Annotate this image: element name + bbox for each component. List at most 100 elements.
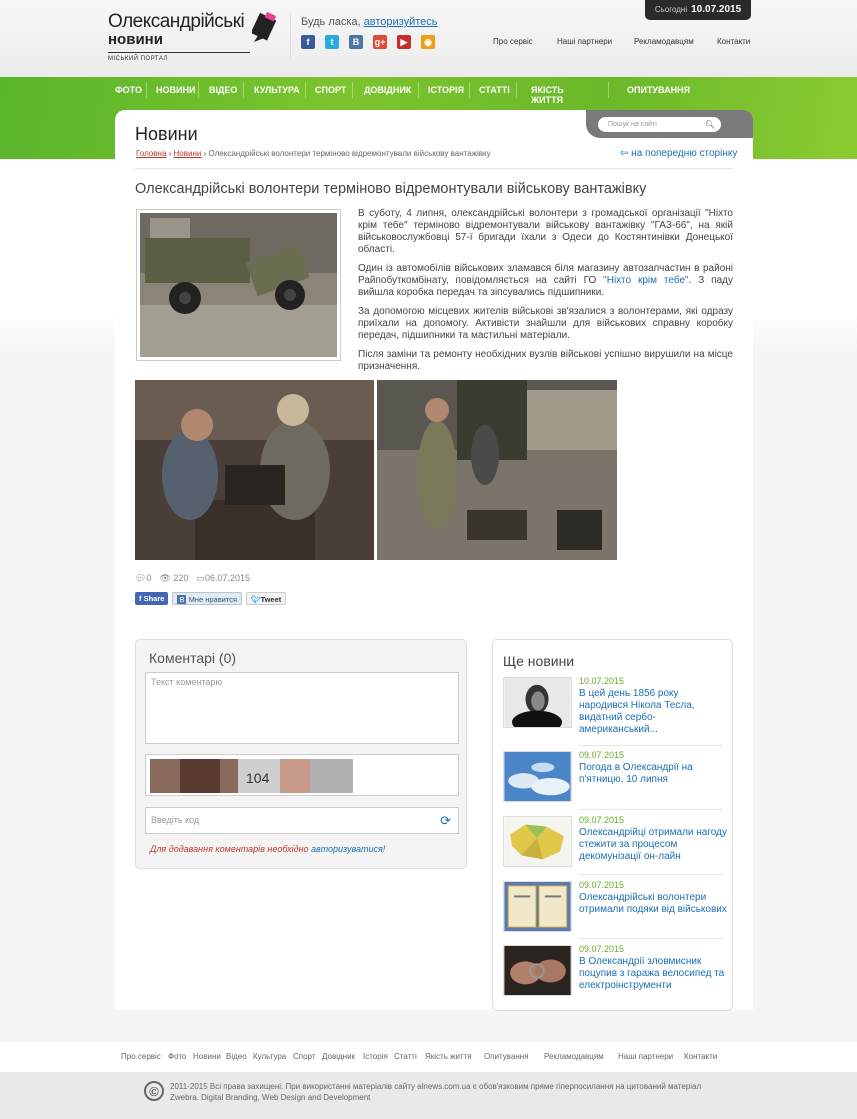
auth-note: Для додавання коментарів необхідно автор… xyxy=(150,844,385,854)
news-link[interactable]: В цей день 1856 року народився Нікола Те… xyxy=(579,688,727,736)
footer-link[interactable]: Історія xyxy=(363,1052,388,1061)
news-date: 10.07.2015 xyxy=(579,676,625,686)
repair-photo-2[interactable] xyxy=(377,380,617,560)
news-date: 09.07.2015 xyxy=(579,750,625,760)
news-separator xyxy=(579,874,723,875)
arrow-left-icon: ⇦ xyxy=(620,148,632,159)
menu-articles[interactable]: СТАТТІ xyxy=(479,85,510,95)
article-main-photo[interactable] xyxy=(136,209,341,361)
eye-icon: 👁︎ xyxy=(159,573,174,583)
menu-video[interactable]: ВІДЕО xyxy=(209,85,237,95)
login-prompt-text: Будь ласка, xyxy=(301,16,364,28)
search-placeholder: Пошук на сайті xyxy=(608,121,657,128)
more-news-box: Ще новини 10.07.2015 В цей день 1856 рок… xyxy=(492,639,733,1011)
news-date: 09.07.2015 xyxy=(579,880,625,890)
news-item[interactable]: 09.07.2015 В Олександрії зловмисник поцу… xyxy=(503,944,724,1005)
menu-separator xyxy=(198,82,199,98)
calendar-icon: ▭ xyxy=(196,573,205,583)
news-link[interactable]: В Олександрії зловмисник поцупив з гараж… xyxy=(579,956,727,992)
footer-link[interactable]: Рекламодавцям xyxy=(544,1052,604,1061)
facebook-share-button[interactable]: f Share xyxy=(135,592,169,605)
title-divider xyxy=(135,168,733,169)
footer-link[interactable]: Довідник xyxy=(322,1052,355,1061)
footer-text: 2011-2015 Всі права захищені. При викори… xyxy=(170,1081,701,1103)
footer-link[interactable]: Статті xyxy=(394,1052,417,1061)
news-item[interactable]: 09.07.2015 Олександрійці отримали нагоду… xyxy=(503,815,727,876)
footer-link[interactable]: Контакти xyxy=(684,1052,717,1061)
menu-history[interactable]: ІСТОРІЯ xyxy=(428,85,464,95)
news-item[interactable]: 09.07.2015 Погода в Олександрії на п'ятн… xyxy=(503,750,723,811)
menu-quality-of-life[interactable]: ЯКІСТЬ ЖИТТЯ xyxy=(531,85,564,105)
auth-note-text: Для додавання коментарів необхідно xyxy=(150,844,312,854)
menu-photo[interactable]: ФОТО xyxy=(115,85,142,95)
search-icon[interactable]: 🔍︎ xyxy=(705,117,715,132)
menu-culture[interactable]: КУЛЬТУРА xyxy=(254,85,300,95)
topnav-about[interactable]: Про сервіс xyxy=(493,37,533,46)
news-separator xyxy=(579,809,723,810)
menu-news[interactable]: НОВИНИ xyxy=(156,85,195,95)
captcha-code: 104 xyxy=(246,770,270,786)
menu-separator xyxy=(418,82,419,98)
comment-placeholder: Текст коментарю xyxy=(151,677,223,687)
article-paragraph: В суботу, 4 липня, олександрійські волон… xyxy=(358,208,733,255)
breadcrumb-home[interactable]: Головна xyxy=(136,149,166,158)
vkontakte-icon[interactable]: B xyxy=(349,35,363,49)
footer-link[interactable]: Культура xyxy=(253,1052,286,1061)
news-item[interactable]: 09.07.2015 Олександрійські волонтери отр… xyxy=(503,880,727,941)
footer-link[interactable]: Спорт xyxy=(293,1052,316,1061)
login-link[interactable]: авторизуйтесь xyxy=(364,16,438,28)
comments-box: Коментарі (0) Текст коментарю 104 Введіт… xyxy=(135,639,467,869)
youtube-icon[interactable]: ▶ xyxy=(397,35,411,49)
tweet-button[interactable]: 🐦︎Tweet xyxy=(246,592,287,605)
share-buttons: f Share B Мне нравится 🐦︎Tweet xyxy=(135,592,287,605)
breadcrumb-news[interactable]: Новини xyxy=(174,149,202,158)
org-link[interactable]: "Ніхто крім тебе" xyxy=(603,275,688,286)
footer-link[interactable]: Якість життя xyxy=(425,1052,472,1061)
comment-textarea[interactable]: Текст коментарю xyxy=(145,672,459,744)
footer-link[interactable]: Новини xyxy=(193,1052,221,1061)
menu-directory[interactable]: ДОВІДНИК xyxy=(364,85,411,95)
news-item[interactable]: 10.07.2015 В цей день 1856 року народивс… xyxy=(503,676,723,737)
news-link[interactable]: Олександрійські волонтери отримали подяк… xyxy=(579,892,727,916)
footer-link[interactable]: Про сервіс xyxy=(121,1052,161,1061)
article-paragraph: Після заміни та ремонту необхідних вузлі… xyxy=(358,349,733,372)
topnav-advertisers[interactable]: Рекламодавцям xyxy=(634,37,694,46)
search-input[interactable]: Пошук на сайті 🔍︎ xyxy=(598,117,721,132)
topnav-contacts[interactable]: Контакти xyxy=(717,37,750,46)
menu-separator xyxy=(469,82,470,98)
topnav-partners[interactable]: Наші партнери xyxy=(557,37,612,46)
footer-link[interactable]: Фото xyxy=(168,1052,186,1061)
tweet-label: Tweet xyxy=(260,595,282,604)
auth-link[interactable]: авторизуватися! xyxy=(311,844,385,854)
developer-credits[interactable]: Zwebra. Digital Branding, Web Design and… xyxy=(170,1092,701,1103)
news-thumbnail xyxy=(503,677,572,728)
repair-photo-1[interactable] xyxy=(135,380,374,560)
back-link[interactable]: ⇦ на попередню сторінку xyxy=(620,148,737,159)
rss-icon[interactable]: ◉ xyxy=(421,35,435,49)
login-prompt: Будь ласка, авторизуйтесь xyxy=(301,16,437,28)
footer-link[interactable]: Наші партнери xyxy=(618,1052,673,1061)
news-link[interactable]: Олександрійці отримали нагоду стежити за… xyxy=(579,827,727,863)
footer-link[interactable]: Опитування xyxy=(484,1052,529,1061)
news-thumbnail xyxy=(503,881,572,932)
article-photo-row xyxy=(135,380,617,560)
more-news-title: Ще новини xyxy=(503,653,575,669)
twitter-icon[interactable]: t xyxy=(325,35,339,49)
menu-separator xyxy=(243,82,244,98)
captcha-image: 104 xyxy=(150,759,353,793)
refresh-icon[interactable]: ⟳ xyxy=(440,808,451,833)
news-link[interactable]: Погода в Олександрії на п'ятницю, 10 лип… xyxy=(579,762,727,786)
publish-date: ▭06.07.2015 xyxy=(196,573,250,584)
menu-separator xyxy=(608,82,609,98)
facebook-icon[interactable]: f xyxy=(301,35,315,49)
vk-like-button[interactable]: B Мне нравится xyxy=(172,592,243,605)
menu-polls[interactable]: ОПИТУВАННЯ xyxy=(627,85,690,95)
footer-link[interactable]: Відео xyxy=(226,1052,247,1061)
menu-separator xyxy=(305,82,306,98)
menu-sport[interactable]: СПОРТ xyxy=(315,85,346,95)
captcha-input[interactable]: Введіть код ⟳ xyxy=(145,807,459,834)
google-plus-icon[interactable]: g+ xyxy=(373,35,387,49)
logo-tagline: МІСЬКИЙ ПОРТАЛ xyxy=(108,56,168,62)
back-link-label: на попередню сторінку xyxy=(631,148,738,159)
twitter-icon: 🐦︎ xyxy=(251,595,261,604)
